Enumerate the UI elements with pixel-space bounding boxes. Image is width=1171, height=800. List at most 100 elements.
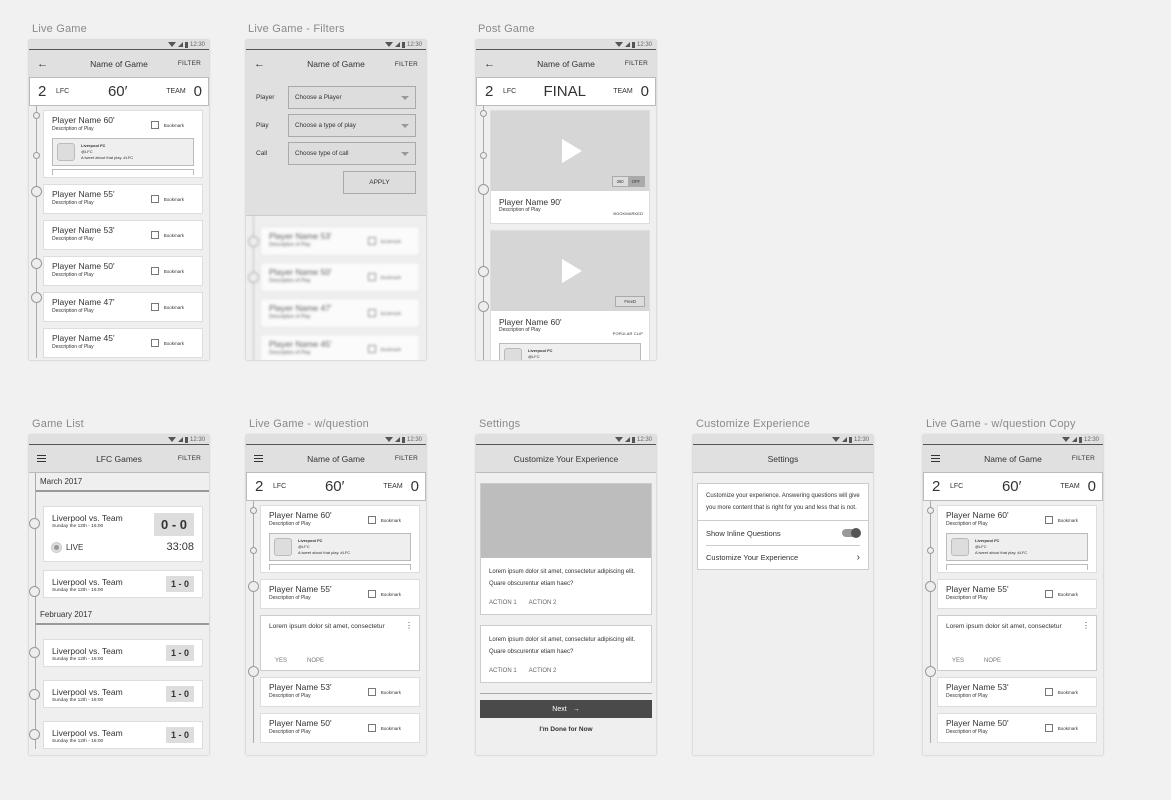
bookmark-checkbox[interactable] bbox=[1044, 688, 1053, 696]
play-card[interactable]: Player Name 50' Description of Play Bookma… bbox=[43, 256, 203, 286]
bookmark-toggle[interactable]: Bookmark bbox=[150, 195, 184, 203]
bookmark-toggle[interactable]: Bookmark bbox=[367, 688, 401, 696]
timeline-marker[interactable] bbox=[478, 184, 489, 195]
yes-button[interactable]: YES bbox=[952, 658, 964, 664]
filter-button[interactable]: FILTER bbox=[395, 61, 418, 68]
tweet-embed[interactable]: Liverpool FC @LFC A tweet about that pla… bbox=[269, 533, 411, 561]
menu-icon[interactable] bbox=[37, 455, 46, 462]
play-card[interactable]: Player Name 50' Description of Play Bookma… bbox=[260, 713, 420, 743]
timeline-marker[interactable] bbox=[31, 186, 42, 197]
play-type-select[interactable]: Choose a type of play bbox=[288, 114, 416, 137]
play-card[interactable]: Player Name 45' Description of Play Bookma… bbox=[43, 328, 203, 358]
play-icon[interactable] bbox=[562, 259, 582, 283]
next-button[interactable]: Next → bbox=[480, 700, 652, 718]
bookmark-toggle[interactable]: Bookmark bbox=[1044, 590, 1078, 598]
action-1-button[interactable]: ACTION 1 bbox=[489, 600, 517, 606]
show-inline-questions-row[interactable]: Show Inline Questions bbox=[698, 521, 868, 545]
bookmark-checkbox[interactable] bbox=[1044, 516, 1053, 524]
video-player[interactable]: FreeD bbox=[491, 231, 649, 311]
menu-icon[interactable] bbox=[931, 455, 940, 462]
bookmark-checkbox[interactable] bbox=[367, 688, 376, 696]
apply-button[interactable]: APPLY bbox=[343, 171, 416, 194]
video-player[interactable]: 360 OFF bbox=[491, 111, 649, 191]
bookmark-toggle[interactable]: Bookmark bbox=[367, 516, 401, 524]
game-card[interactable]: Liverpool vs. Team Sunday the 12th - 16:… bbox=[43, 639, 203, 667]
filter-button[interactable]: FILTER bbox=[625, 60, 648, 67]
bookmark-checkbox[interactable] bbox=[150, 303, 159, 311]
bookmark-checkbox[interactable] bbox=[367, 590, 376, 598]
timeline-marker[interactable] bbox=[480, 152, 487, 159]
player-select[interactable]: Choose a Player bbox=[288, 86, 416, 109]
mode-360[interactable]: 360 bbox=[612, 177, 628, 186]
play-card[interactable]: Player Name 53' Description of Play Bookma… bbox=[937, 677, 1097, 707]
mode-freed[interactable]: FreeD bbox=[616, 297, 644, 306]
timeline-marker[interactable] bbox=[927, 547, 934, 554]
timeline-marker[interactable] bbox=[478, 266, 489, 277]
timeline-marker[interactable] bbox=[250, 547, 257, 554]
back-arrow-icon[interactable]: ← bbox=[254, 58, 265, 70]
action-2-button[interactable]: ACTION 2 bbox=[529, 600, 557, 606]
more-options-icon[interactable]: ⋮ bbox=[405, 622, 413, 630]
yes-button[interactable]: YES bbox=[275, 658, 287, 664]
play-card[interactable]: Player Name 47' Description of Play Bookma… bbox=[43, 292, 203, 322]
filter-button[interactable]: FILTER bbox=[178, 60, 201, 67]
bookmark-toggle[interactable]: Bookmark bbox=[367, 724, 401, 732]
play-card-featured[interactable]: Player Name 60' Description of Play Book… bbox=[260, 505, 420, 573]
game-card[interactable]: Liverpool vs. Team Sunday the 12th - 16:… bbox=[43, 680, 203, 708]
nope-button[interactable]: NOPE bbox=[984, 658, 1001, 664]
play-icon[interactable] bbox=[562, 139, 582, 163]
bookmark-toggle[interactable]: Bookmark bbox=[150, 121, 184, 129]
bookmark-toggle[interactable]: Bookmark bbox=[1044, 516, 1078, 524]
video-card[interactable]: 360 OFF Player Name 90' Description of Pl… bbox=[490, 110, 650, 224]
timeline-marker[interactable] bbox=[31, 258, 42, 269]
bookmark-toggle[interactable]: Bookmark bbox=[150, 303, 184, 311]
action-2-button[interactable]: ACTION 2 bbox=[529, 668, 557, 674]
play-card[interactable]: Player Name 55' Description of Play Bookma… bbox=[260, 579, 420, 609]
back-arrow-icon[interactable]: ← bbox=[484, 58, 495, 70]
tweet-embed[interactable]: Liverpool FC @LFC A tweet about that pla… bbox=[52, 138, 194, 166]
bookmark-checkbox[interactable] bbox=[367, 724, 376, 732]
bookmark-toggle[interactable]: Bookmark bbox=[1044, 688, 1078, 696]
play-card[interactable]: Player Name 55' Description of Play Bookma… bbox=[43, 184, 203, 214]
timeline-marker[interactable] bbox=[927, 507, 934, 514]
bookmark-toggle[interactable]: Bookmark bbox=[1044, 724, 1078, 732]
menu-icon[interactable] bbox=[254, 455, 263, 462]
bookmark-checkbox[interactable] bbox=[367, 516, 376, 524]
timeline-marker[interactable] bbox=[248, 666, 259, 677]
timeline-marker[interactable] bbox=[31, 292, 42, 303]
tweet-embed[interactable]: Liverpool FC @LFC A tweet about that pla… bbox=[946, 533, 1088, 561]
bookmark-checkbox[interactable] bbox=[1044, 590, 1053, 598]
action-1-button[interactable]: ACTION 1 bbox=[489, 668, 517, 674]
timeline-marker[interactable] bbox=[33, 152, 40, 159]
play-card-featured[interactable]: Player Name 60' Description of Play Book… bbox=[937, 505, 1097, 573]
customize-experience-row[interactable]: Customize Your Experience › bbox=[706, 545, 860, 569]
timeline-marker[interactable] bbox=[248, 581, 259, 592]
timeline-marker[interactable] bbox=[480, 110, 487, 117]
call-type-select[interactable]: Choose type of call bbox=[288, 142, 416, 165]
play-card[interactable]: Player Name 50' Description of Play Bookma… bbox=[937, 713, 1097, 743]
inline-questions-toggle[interactable] bbox=[842, 528, 861, 538]
freed-badge[interactable]: FreeD bbox=[615, 296, 645, 307]
play-card[interactable]: Player Name 53' Description of Play Bookma… bbox=[43, 220, 203, 250]
timeline-marker[interactable] bbox=[250, 507, 257, 514]
bookmark-toggle[interactable]: Bookmark bbox=[150, 231, 184, 239]
play-card[interactable]: Player Name 55' Description of Play Bookma… bbox=[937, 579, 1097, 609]
bookmark-toggle[interactable]: Bookmark bbox=[367, 590, 401, 598]
back-arrow-icon[interactable]: ← bbox=[37, 58, 48, 70]
game-card[interactable]: Liverpool vs. Team Sunday the 12th - 16:… bbox=[43, 570, 203, 598]
mode-off[interactable]: OFF bbox=[627, 177, 644, 186]
more-options-icon[interactable]: ⋮ bbox=[1082, 622, 1090, 630]
timeline-marker[interactable] bbox=[925, 666, 936, 677]
game-card[interactable]: Liverpool vs. Team Sunday the 12th - 16:… bbox=[43, 721, 203, 749]
bookmark-checkbox[interactable] bbox=[150, 195, 159, 203]
timeline-marker[interactable] bbox=[925, 581, 936, 592]
nope-button[interactable]: NOPE bbox=[307, 658, 324, 664]
game-card-live[interactable]: Liverpool vs. Team Sunday the 12th - 16:… bbox=[43, 506, 203, 562]
bookmark-checkbox[interactable] bbox=[150, 267, 159, 275]
play-card-featured[interactable]: Player Name 60' Description of Play Book… bbox=[43, 110, 203, 178]
done-button[interactable]: I'm Done for Now bbox=[476, 726, 656, 733]
bookmark-checkbox[interactable] bbox=[150, 121, 159, 129]
filter-button[interactable]: FILTER bbox=[178, 455, 201, 462]
timeline-marker[interactable] bbox=[478, 301, 489, 312]
tweet-embed[interactable]: Liverpool FC @LFC bbox=[499, 343, 641, 360]
